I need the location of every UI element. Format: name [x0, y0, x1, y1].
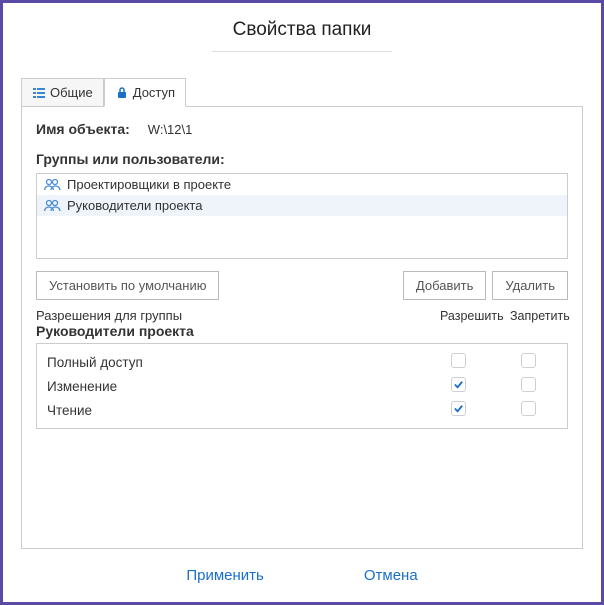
- tab-access-label: Доступ: [133, 85, 175, 100]
- deny-cell: [499, 377, 557, 395]
- allow-cell: [429, 377, 487, 395]
- tab-general-label: Общие: [50, 85, 93, 100]
- permission-name: Изменение: [47, 379, 429, 394]
- object-name-row: Имя объекта: W:\12\1: [36, 121, 568, 137]
- permission-name: Чтение: [47, 403, 429, 418]
- cancel-button[interactable]: Отмена: [364, 567, 418, 584]
- users-icon: [43, 199, 61, 213]
- permissions-table: Полный доступ Изменение Чтение: [36, 343, 568, 429]
- groups-label: Группы или пользователи:: [36, 151, 568, 167]
- lock-icon: [115, 86, 129, 100]
- checkbox[interactable]: [451, 401, 466, 416]
- permissions-group-name: Руководители проекта: [36, 323, 440, 339]
- permission-row: Полный доступ: [37, 350, 567, 374]
- tab-panel-access: Имя объекта: W:\12\1 Группы или пользова…: [21, 106, 583, 549]
- add-button[interactable]: Добавить: [403, 271, 486, 300]
- permission-row: Изменение: [37, 374, 567, 398]
- checkbox[interactable]: [521, 401, 536, 416]
- object-name-value: W:\12\1: [148, 122, 193, 137]
- dialog-window: Свойства папки Общие: [0, 0, 604, 605]
- permission-row: Чтение: [37, 398, 567, 422]
- checkbox[interactable]: [521, 377, 536, 392]
- col-allow-label: Разрешить: [440, 309, 498, 323]
- group-buttons-row: Установить по умолчанию Добавить Удалить: [36, 271, 568, 300]
- groups-list[interactable]: Проектировщики в проекте Руководители пр…: [36, 173, 568, 259]
- allow-cell: [429, 353, 487, 371]
- group-item-label: Проектировщики в проекте: [67, 177, 231, 192]
- checkbox[interactable]: [451, 353, 466, 368]
- dialog-footer: Применить Отмена: [21, 549, 583, 590]
- permissions-caption: Разрешения для группы: [36, 308, 440, 323]
- tab-bar: Общие Доступ: [21, 78, 583, 107]
- list-icon: [32, 86, 46, 100]
- permission-name: Полный доступ: [47, 355, 429, 370]
- deny-cell: [499, 353, 557, 371]
- allow-cell: [429, 401, 487, 419]
- deny-cell: [499, 401, 557, 419]
- dialog-title: Свойства папки: [21, 19, 583, 51]
- tab-access[interactable]: Доступ: [104, 78, 186, 107]
- group-item-label: Руководители проекта: [67, 198, 202, 213]
- apply-button[interactable]: Применить: [186, 567, 264, 584]
- group-list-item[interactable]: Проектировщики в проекте: [37, 174, 567, 195]
- tab-general[interactable]: Общие: [21, 78, 104, 107]
- checkbox[interactable]: [521, 353, 536, 368]
- group-list-item[interactable]: Руководители проекта: [37, 195, 567, 216]
- remove-button[interactable]: Удалить: [492, 271, 568, 300]
- users-icon: [43, 178, 61, 192]
- set-default-button[interactable]: Установить по умолчанию: [36, 271, 219, 300]
- object-name-label: Имя объекта:: [36, 121, 130, 137]
- title-area: Свойства папки: [21, 19, 583, 52]
- permissions-header: Разрешения для группы Руководители проек…: [36, 308, 568, 339]
- col-deny-label: Запретить: [510, 309, 568, 323]
- checkbox[interactable]: [451, 377, 466, 392]
- title-divider: [212, 51, 392, 52]
